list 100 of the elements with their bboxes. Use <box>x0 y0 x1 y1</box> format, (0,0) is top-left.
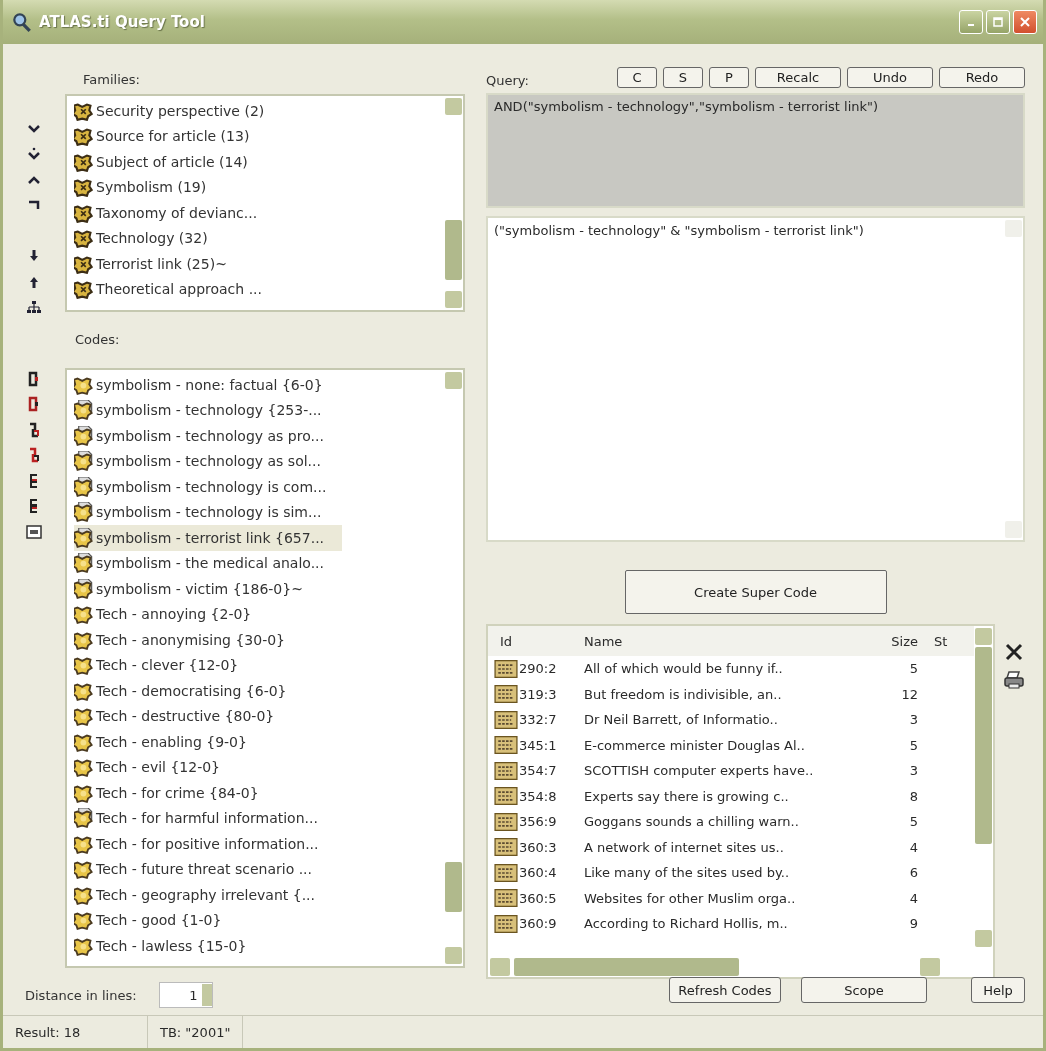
query-expression-field[interactable]: AND("symbolism - technology","symbolism - terrorist link") <box>486 92 1025 209</box>
vertical-scrollbar[interactable] <box>1004 218 1023 540</box>
column-header[interactable]: St <box>924 633 954 649</box>
code-item[interactable]: Tech - lawless {15-0} <box>74 933 265 959</box>
minimize-button[interactable] <box>959 10 983 34</box>
family-icon <box>74 279 94 300</box>
hierarchy-icon[interactable] <box>26 299 42 316</box>
family-item[interactable]: Technology (32) <box>74 225 226 251</box>
vertical-scrollbar[interactable] <box>444 96 463 310</box>
close-button[interactable] <box>1013 10 1037 34</box>
code-item[interactable]: symbolism - technology is com... <box>74 474 345 500</box>
quotation-name: All of which would be funny if.. <box>583 661 784 677</box>
query-button[interactable]: P <box>709 66 749 88</box>
maximize-button[interactable] <box>986 10 1010 34</box>
quotation-name: Websites for other Muslim orga.. <box>583 890 797 906</box>
quotation-id: 332:7 <box>519 712 557 728</box>
status-text: TB: "2001" <box>148 1016 244 1048</box>
code-item[interactable]: symbolism - technology {253-... <box>74 397 340 423</box>
quotation-name: Experts say there is growing c.. <box>583 788 790 804</box>
quotation-size: 3 <box>908 712 919 728</box>
query-button[interactable]: C <box>617 66 657 88</box>
code-item[interactable]: Tech - destructive {80-0} <box>74 703 293 729</box>
code-item[interactable]: symbolism - technology as sol... <box>74 448 339 474</box>
quotation-id: 354:8 <box>519 788 557 804</box>
code-item[interactable]: Tech - for crime {84-0} <box>74 780 277 806</box>
code-item[interactable]: Tech - for positive information... <box>74 831 337 857</box>
code-item[interactable]: Tech - for harmful information... <box>74 805 336 831</box>
close-icon <box>1020 17 1030 27</box>
code-item[interactable]: Tech - anonymising {30-0} <box>74 627 303 653</box>
minimize-icon <box>968 24 974 26</box>
quotation-id: 360:4 <box>519 865 557 881</box>
query-button[interactable]: Redo <box>939 66 1025 88</box>
family-item[interactable]: Subject of article (14) <box>74 149 266 175</box>
family-icon <box>74 151 94 172</box>
dialog-button[interactable]: Scope <box>801 977 927 1003</box>
quotation-id: 354:7 <box>519 763 557 779</box>
quotation-id: 360:3 <box>519 839 557 855</box>
code-item[interactable]: Tech - clever {12-0} <box>74 652 257 678</box>
query-button[interactable]: S <box>663 66 703 88</box>
document-icon <box>494 736 518 755</box>
create-super-code-button[interactable]: Create Super Code <box>624 570 887 614</box>
quotation-id: 319:3 <box>519 686 557 702</box>
document-icon <box>494 889 518 908</box>
window-title: ATLAS.ti Query Tool <box>39 13 206 31</box>
column-header[interactable]: Name <box>572 633 882 649</box>
family-item[interactable]: Symbolism (19) <box>74 174 225 200</box>
family-item[interactable]: Terrorist link (25)~ <box>74 251 245 277</box>
distance-spinner[interactable]: 1 <box>158 982 213 1008</box>
quotation-id: 360:9 <box>519 916 557 932</box>
family-item[interactable]: Security perspective (2) <box>74 98 283 124</box>
quotation-name: Dr Neil Barrett, of Informatio.. <box>583 712 779 728</box>
code-item[interactable]: Tech - democratising {6-0} <box>74 678 305 704</box>
quotation-size: 12 <box>900 686 919 702</box>
document-icon <box>494 659 518 678</box>
document-icon <box>494 787 518 806</box>
code-item[interactable]: Tech - future threat scenario ... <box>74 856 330 882</box>
window-icon[interactable] <box>26 523 42 540</box>
code-item[interactable]: Tech - geography irrelevant {... <box>74 882 333 908</box>
family-item[interactable]: Source for article (13) <box>74 123 268 149</box>
family-icon <box>74 253 94 274</box>
query-translation: ("symbolism - technology" & "symbolism - terrorist link") <box>493 222 865 241</box>
document-icon <box>494 812 518 831</box>
quotation-size: 5 <box>908 737 919 753</box>
code-item[interactable]: Tech - enabling {9-0} <box>74 729 265 755</box>
column-header[interactable]: Id <box>488 633 572 649</box>
dialog-button[interactable]: Refresh Codes <box>669 977 781 1003</box>
quotation-size: 5 <box>908 661 919 677</box>
code-item[interactable]: Tech - annoying {2-0} <box>74 601 270 627</box>
quotation-size: 9 <box>908 916 919 932</box>
query-button[interactable]: Recalc <box>755 66 841 88</box>
column-header[interactable]: Size <box>882 633 924 649</box>
vertical-scrollbar[interactable] <box>444 370 463 966</box>
family-item[interactable]: Taxonomy of devianc... <box>74 200 276 226</box>
code-item[interactable]: symbolism - technology is sim... <box>74 499 340 525</box>
quotation-size: 3 <box>908 763 919 779</box>
code-item[interactable]: Tech - evil {12-0} <box>74 754 239 780</box>
family-icon <box>74 202 94 223</box>
quotation-size: 4 <box>908 890 919 906</box>
status-text: Result: 18 <box>3 1016 148 1048</box>
query-button[interactable]: Undo <box>847 66 933 88</box>
close-icon[interactable] <box>1003 642 1025 662</box>
family-icon <box>74 100 94 121</box>
distance-label: Distance in lines: <box>25 987 137 1003</box>
maximize-icon <box>993 17 1003 27</box>
code-item[interactable]: Tech - good {1-0} <box>74 907 240 933</box>
code-item[interactable]: symbolism - victim {186-0}~ <box>74 576 321 602</box>
code-item[interactable]: symbolism - none: factual {6-0} <box>74 372 341 398</box>
code-item[interactable]: symbolism - the medical analo... <box>74 550 342 576</box>
magnifier-icon <box>11 11 33 33</box>
family-icon <box>74 126 94 147</box>
code-item[interactable]: symbolism - technology as pro... <box>74 423 342 449</box>
printer-icon[interactable] <box>1003 670 1025 690</box>
family-item[interactable]: Theoretical approach ... <box>74 276 280 302</box>
quotation-name: E-commerce minister Douglas Al.. <box>583 737 806 753</box>
quotation-size: 8 <box>908 788 919 804</box>
code-item[interactable]: symbolism - terrorist link {657... <box>74 525 343 551</box>
document-icon <box>494 761 518 780</box>
quotation-id: 356:9 <box>519 814 557 830</box>
families-label: Families: <box>83 72 141 89</box>
dialog-button[interactable]: Help <box>971 977 1025 1003</box>
